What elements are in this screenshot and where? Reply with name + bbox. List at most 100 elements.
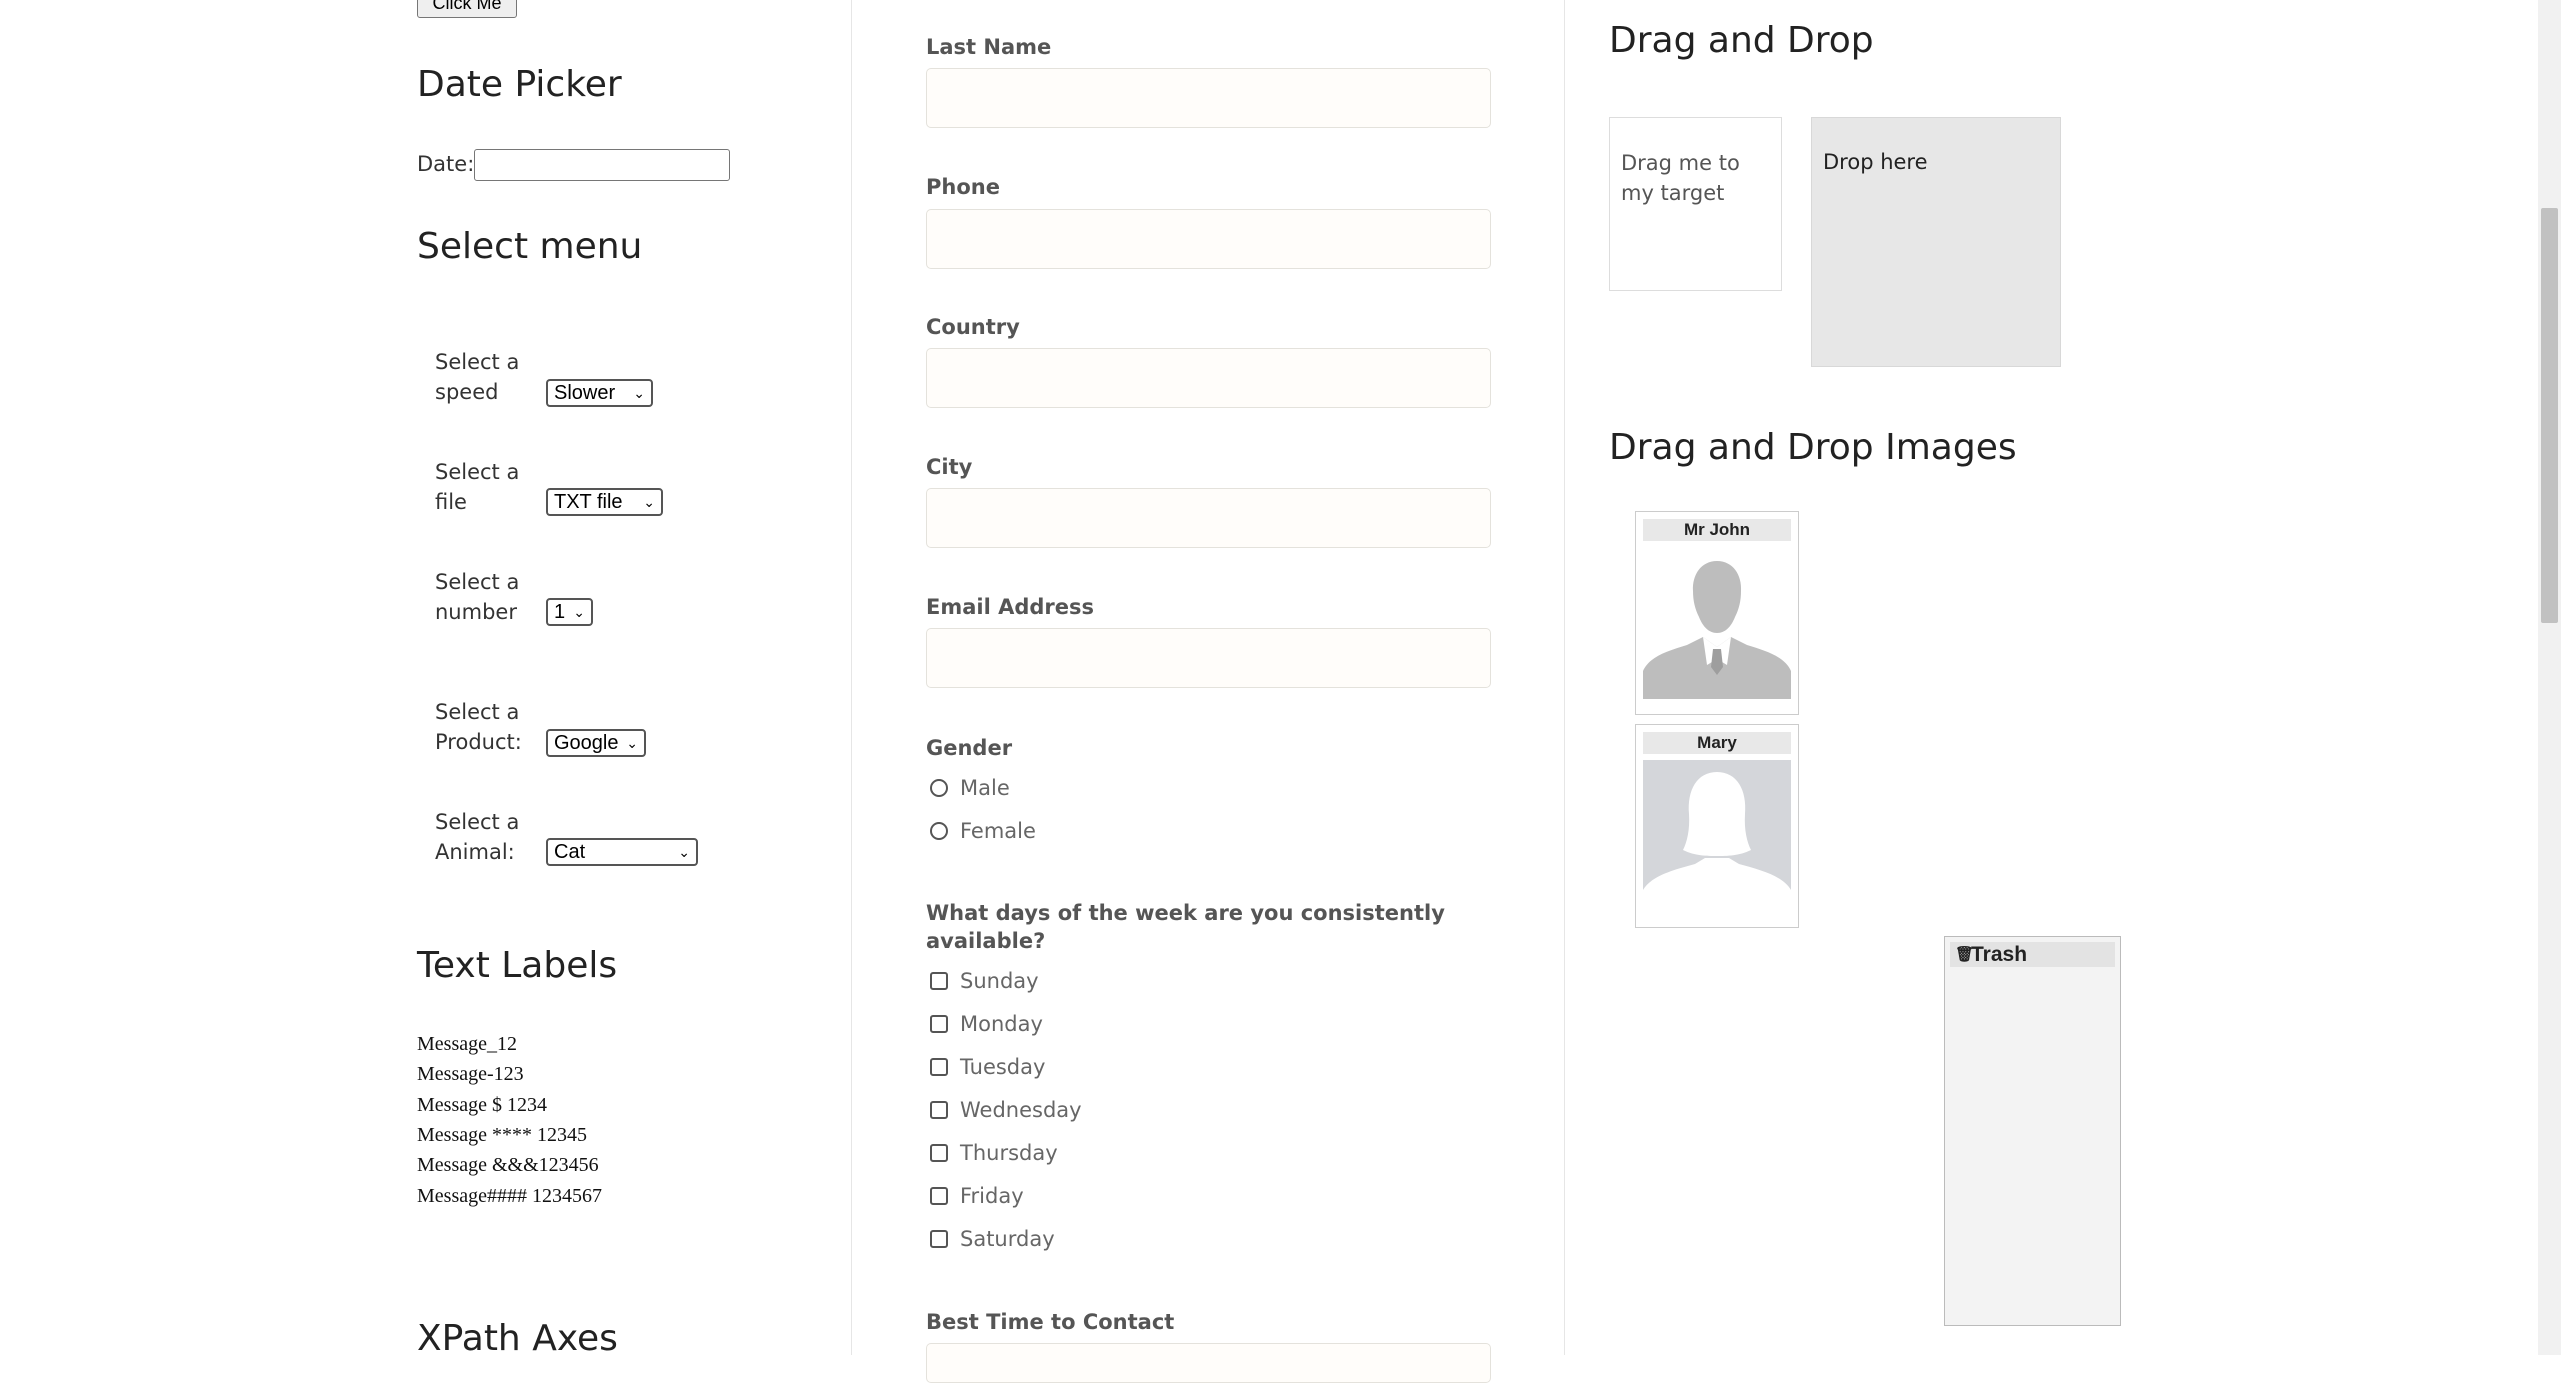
animal-select-value: Cat	[554, 841, 586, 863]
city-label: City	[926, 455, 973, 479]
trash-header: 🗑Trash	[1950, 942, 2115, 967]
speed-select-label-1: Select a	[435, 350, 520, 374]
animal-select[interactable]: Cat ⌄	[546, 838, 698, 866]
drop-target-text: Drop here	[1823, 150, 1928, 174]
speed-select-label-2: speed	[435, 380, 499, 404]
drop-target[interactable]: Drop here	[1811, 117, 2061, 367]
last-name-input[interactable]	[926, 68, 1491, 128]
file-select-label-1: Select a	[435, 460, 520, 484]
email-label: Email Address	[926, 595, 1095, 619]
trash-drop-zone[interactable]: 🗑Trash	[1944, 936, 2121, 1326]
date-input[interactable]	[474, 149, 730, 181]
saturday-checkbox[interactable]	[930, 1230, 948, 1248]
text-label-message: Message#### 1234567	[417, 1185, 602, 1207]
speed-select-value: Slower	[554, 382, 616, 404]
friday-checkbox[interactable]	[930, 1187, 948, 1205]
gallery-item-mr-john[interactable]: Mr John	[1635, 511, 1799, 715]
drag-drop-images-heading: Drag and Drop Images	[1609, 427, 2017, 468]
phone-input[interactable]	[926, 209, 1491, 269]
day-option-friday[interactable]: Friday	[930, 1181, 1024, 1211]
file-select-label-2: file	[435, 490, 467, 514]
number-select-label-2: number	[435, 600, 517, 624]
sunday-checkbox[interactable]	[930, 972, 948, 990]
text-label-message: Message $ 1234	[417, 1094, 547, 1116]
chevron-down-icon: ⌄	[678, 844, 690, 860]
female-avatar-icon	[1643, 760, 1791, 912]
tuesday-checkbox[interactable]	[930, 1058, 948, 1076]
best-time-label: Best Time to Contact	[926, 1310, 1175, 1334]
country-label: Country	[926, 315, 1020, 339]
scrollbar-thumb[interactable]	[2541, 208, 2558, 623]
gender-male-radio[interactable]	[930, 779, 948, 797]
gender-female-radio[interactable]	[930, 822, 948, 840]
gender-option-male[interactable]: Male	[930, 773, 1010, 803]
day-label: Wednesday	[960, 1098, 1082, 1122]
thursday-checkbox[interactable]	[930, 1144, 948, 1162]
file-select[interactable]: TXT file ⌄	[546, 488, 663, 516]
text-label-message: Message **** 12345	[417, 1124, 587, 1146]
trash-icon: 🗑	[1955, 946, 1975, 963]
phone-label: Phone	[926, 175, 1000, 199]
country-input[interactable]	[926, 348, 1491, 408]
day-option-saturday[interactable]: Saturday	[930, 1224, 1055, 1254]
gender-option-female[interactable]: Female	[930, 816, 1036, 846]
product-select-value: Google	[554, 732, 619, 754]
email-input[interactable]	[926, 628, 1491, 688]
best-time-select[interactable]	[926, 1343, 1491, 1383]
product-select[interactable]: Google ⌄	[546, 729, 646, 757]
day-label: Friday	[960, 1184, 1024, 1208]
number-select[interactable]: 1 ⌄	[546, 598, 593, 626]
click-me-label: Click Me	[432, 0, 502, 13]
animal-select-label-1: Select a	[435, 810, 520, 834]
chevron-down-icon: ⌄	[573, 604, 585, 620]
day-label: Tuesday	[960, 1055, 1046, 1079]
speed-select[interactable]: Slower ⌄	[546, 379, 653, 407]
chevron-down-icon: ⌄	[633, 385, 645, 401]
number-select-label-1: Select a	[435, 570, 520, 594]
day-option-monday[interactable]: Monday	[930, 1009, 1043, 1039]
day-option-sunday[interactable]: Sunday	[930, 966, 1039, 996]
trash-label: Trash	[1971, 943, 2028, 966]
vertical-scrollbar[interactable]	[2538, 0, 2561, 1355]
date-label: Date:	[417, 152, 475, 176]
gallery-item-mary[interactable]: Mary	[1635, 724, 1799, 928]
animal-select-label-2: Animal:	[435, 840, 515, 864]
text-label-message: Message_12	[417, 1033, 517, 1055]
day-option-wednesday[interactable]: Wednesday	[930, 1095, 1082, 1125]
day-label: Thursday	[960, 1141, 1058, 1165]
day-label: Saturday	[960, 1227, 1055, 1251]
days-question-line-1: What days of the week are you consistent…	[926, 901, 1445, 925]
select-menu-heading: Select menu	[417, 226, 643, 267]
click-me-button[interactable]: Click Me	[417, 0, 517, 18]
drag-drop-heading: Drag and Drop	[1609, 20, 1874, 61]
product-select-label-1: Select a	[435, 700, 520, 724]
file-select-value: TXT file	[554, 491, 623, 513]
column-divider	[1564, 0, 1565, 1355]
product-select-label-2: Product:	[435, 730, 522, 754]
days-question-line-2: available?	[926, 929, 1046, 953]
chevron-down-icon: ⌄	[626, 735, 638, 751]
male-avatar-icon	[1643, 547, 1791, 699]
city-input[interactable]	[926, 488, 1491, 548]
gender-option-label: Female	[960, 819, 1036, 843]
draggable-text: Drag me to my target	[1621, 151, 1740, 205]
wednesday-checkbox[interactable]	[930, 1101, 948, 1119]
text-labels-heading: Text Labels	[417, 945, 618, 986]
day-label: Sunday	[960, 969, 1039, 993]
text-label-message: Message &&&123456	[417, 1154, 599, 1176]
chevron-down-icon: ⌄	[643, 494, 655, 510]
text-label-message: Message-123	[417, 1063, 524, 1085]
day-option-tuesday[interactable]: Tuesday	[930, 1052, 1045, 1082]
xpath-axes-heading: XPath Axes	[417, 1318, 618, 1359]
gallery-item-title: Mary	[1643, 732, 1791, 754]
day-label: Monday	[960, 1012, 1043, 1036]
last-name-label: Last Name	[926, 35, 1052, 59]
column-divider	[851, 0, 852, 1355]
gender-label: Gender	[926, 736, 1013, 760]
monday-checkbox[interactable]	[930, 1015, 948, 1033]
gender-option-label: Male	[960, 776, 1010, 800]
date-picker-heading: Date Picker	[417, 64, 622, 105]
number-select-value: 1	[554, 601, 566, 623]
day-option-thursday[interactable]: Thursday	[930, 1138, 1058, 1168]
draggable-box[interactable]: Drag me to my target	[1609, 117, 1782, 291]
